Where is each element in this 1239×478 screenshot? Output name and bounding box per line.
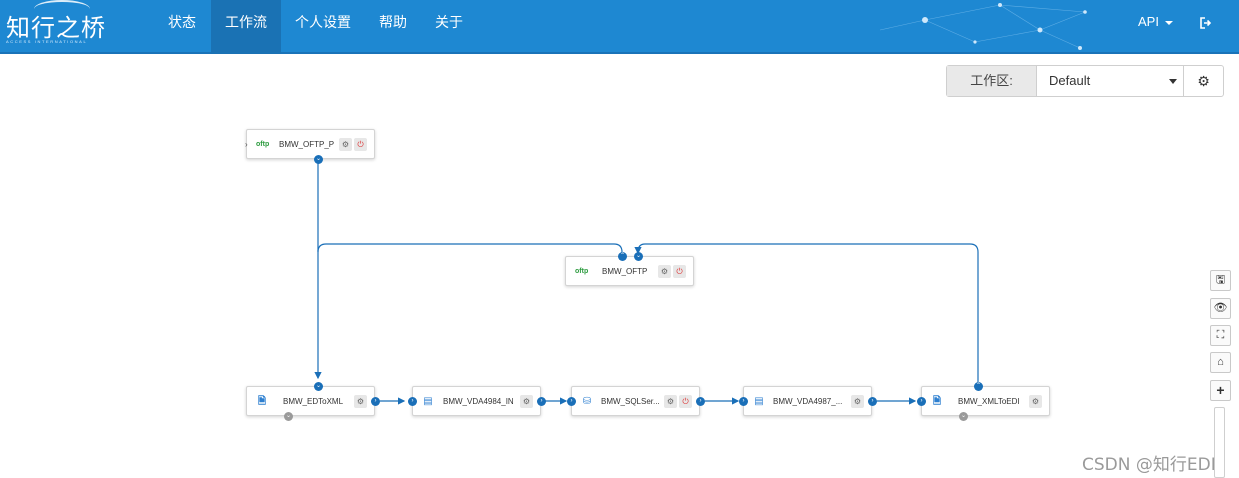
output-port[interactable]: ›	[696, 397, 705, 406]
chevron-right-icon[interactable]: ›	[245, 140, 248, 149]
gear-icon[interactable]: ⚙	[354, 395, 367, 408]
workflow-node[interactable]: › ⌃ 🗎 BMW_XMLToEDI ⚙ ⌄	[917, 382, 1050, 421]
logout-button[interactable]	[1200, 0, 1214, 44]
fit-screen-icon: ⛶	[1216, 329, 1225, 341]
input-port[interactable]: ›	[408, 397, 417, 406]
power-icon[interactable]: ⏻	[679, 395, 692, 408]
oftp-icon: oftp	[256, 141, 270, 148]
gear-icon[interactable]: ⚙	[851, 395, 864, 408]
connection-edtoxml-oftp	[317, 243, 623, 255]
home-button[interactable]: ⌂	[1210, 352, 1231, 373]
output-port[interactable]: ›	[537, 397, 546, 406]
error-port[interactable]: ⌄	[959, 412, 968, 421]
network-decoration	[880, 3, 1087, 50]
node-label: BMW_XMLToEDI	[958, 397, 1020, 406]
gear-icon[interactable]: ⚙	[520, 395, 533, 408]
gear-icon[interactable]: ⚙	[658, 265, 671, 278]
output-port[interactable]: ›	[868, 397, 877, 406]
workflow-canvas[interactable]: › oftp BMW_OFTP_P ⚙ ⏻ ⌄ ⌃ ⌄ oftp BMW_OFT…	[0, 56, 1239, 478]
node-label: BMW_SQLSer...	[601, 397, 660, 406]
nav-about[interactable]: 关于	[427, 0, 471, 54]
power-icon[interactable]: ⏻	[673, 265, 686, 278]
zoom-in-icon: +	[1216, 382, 1225, 398]
preview-button[interactable]: 👁	[1210, 298, 1231, 319]
output-port[interactable]: ›	[371, 397, 380, 406]
input-port[interactable]: ›	[917, 397, 926, 406]
api-label: API	[1138, 14, 1159, 29]
workflow-node[interactable]: ⌃ ⌄ oftp BMW_OFTP ⚙ ⏻	[565, 252, 694, 286]
save-button[interactable]: 🖫	[1210, 270, 1231, 291]
power-icon[interactable]: ⏻	[354, 138, 367, 151]
api-dropdown[interactable]: API	[1138, 0, 1173, 44]
xml-icon: ▤	[754, 396, 764, 407]
brand-logo[interactable]: 知行之桥 ACCESS INTERNATIONAL	[6, 0, 106, 44]
zoom-in-button[interactable]: +	[1210, 380, 1231, 401]
chevron-down-icon	[1164, 20, 1173, 25]
input-port[interactable]: ›	[739, 397, 748, 406]
home-icon: ⌂	[1217, 356, 1224, 368]
workflow-node[interactable]: › ⛁ BMW_SQLSer... ⚙ ⏻ ›	[567, 386, 705, 416]
output-port[interactable]: ⌄	[314, 155, 323, 164]
node-label: BMW_EDToXML	[283, 397, 344, 406]
node-label: BMW_VDA4984_IN	[443, 397, 514, 406]
nav-help[interactable]: 帮助	[371, 0, 415, 54]
file-icon: 🗎	[257, 396, 267, 407]
watermark: CSDN @知行EDI	[1082, 455, 1216, 475]
xml-icon: ▤	[423, 396, 433, 407]
eye-icon: 👁	[1213, 302, 1228, 314]
gear-icon[interactable]: ⚙	[664, 395, 677, 408]
nav-status[interactable]: 状态	[158, 0, 206, 54]
fit-screen-button[interactable]: ⛶	[1210, 325, 1231, 346]
nav-workflow[interactable]: 工作流	[211, 0, 281, 54]
oftp-icon: oftp	[575, 268, 589, 275]
nav-personal-settings[interactable]: 个人设置	[287, 0, 359, 54]
database-icon: ⛁	[582, 396, 592, 407]
workflow-node[interactable]: › ▤ BMW_VDA4987_... ⚙ ›	[739, 386, 877, 416]
gear-icon[interactable]: ⚙	[1029, 395, 1042, 408]
sign-out-icon	[1200, 16, 1212, 29]
error-port[interactable]: ⌄	[284, 412, 293, 421]
workflow-node[interactable]: › ▤ BMW_VDA4984_IN ⚙ ›	[408, 386, 546, 416]
workflow-node[interactable]: ⌄ 🗎 BMW_EDToXML ⚙ › ⌄	[246, 382, 380, 421]
file-icon: 🗎	[932, 396, 942, 407]
input-port[interactable]: ›	[567, 397, 576, 406]
brand-name: 知行之桥	[6, 14, 106, 42]
workflow-node[interactable]: › oftp BMW_OFTP_P ⚙ ⏻ ⌄	[245, 129, 375, 164]
top-navbar: 知行之桥 ACCESS INTERNATIONAL 状态 工作流 个人设置 帮助…	[0, 0, 1239, 54]
save-icon: 🖫	[1215, 274, 1226, 286]
node-label: BMW_OFTP	[602, 267, 648, 276]
node-label: BMW_OFTP_P	[279, 140, 335, 149]
node-label: BMW_VDA4987_...	[773, 397, 843, 406]
gear-icon[interactable]: ⚙	[339, 138, 352, 151]
brand-subtitle: ACCESS INTERNATIONAL	[6, 39, 88, 44]
